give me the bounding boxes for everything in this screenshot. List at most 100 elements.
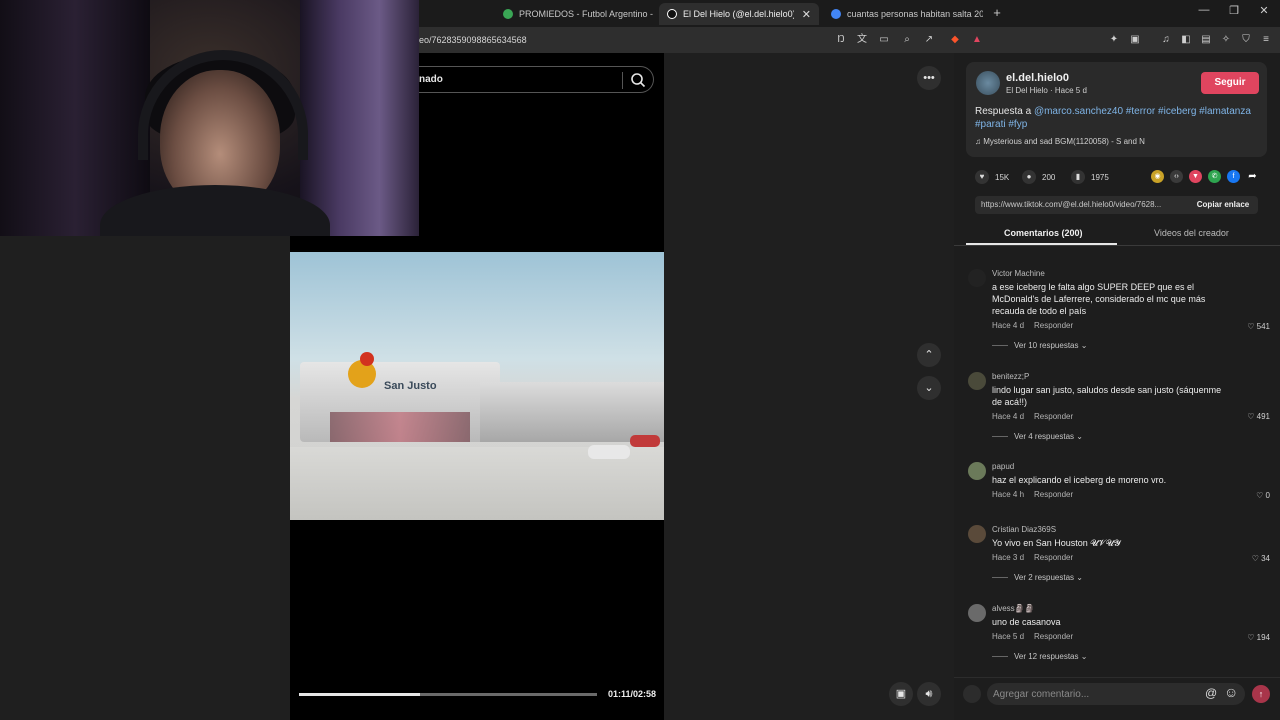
comment-text: lindo lugar san justo, saludos desde san… [992, 385, 1222, 407]
author-avatar[interactable] [976, 71, 1000, 95]
comment-likes[interactable]: ♡ 541 [1247, 322, 1270, 331]
hashtags-line-1[interactable]: #terror #iceberg #lamatanza [1123, 106, 1251, 117]
next-video-button[interactable]: ⌄ [917, 376, 941, 400]
screenshot-icon[interactable]: ▣ [1128, 33, 1142, 47]
arrow-up-icon: ↑ [1258, 689, 1264, 699]
like-count: 15K [995, 172, 1010, 182]
music-info[interactable]: ♫ Mysterious and sad BGM(1120058) - S an… [975, 137, 1145, 146]
close-tab-icon[interactable]: ✕ [802, 8, 811, 21]
url-text[interactable]: eo/7628359098865634568 [419, 35, 527, 45]
comment-avatar[interactable] [968, 604, 986, 622]
reader-view-icon[interactable]: ▭ [877, 33, 891, 47]
comment-avatar[interactable] [968, 372, 986, 390]
comment-avatar[interactable] [968, 269, 986, 287]
mall-entrance [330, 412, 470, 442]
like-stat[interactable]: ♥ 15K [975, 170, 1009, 184]
share-more-icon[interactable]: ➦ [1246, 170, 1259, 183]
zoom-icon[interactable]: ⌕ [900, 33, 914, 47]
reply-button[interactable]: Responder [1034, 490, 1073, 499]
share-send-icon[interactable]: ▼ [1189, 170, 1202, 183]
curtain-right [300, 0, 419, 236]
reply-button[interactable]: Responder [1034, 632, 1073, 641]
save-count: 1975 [1091, 172, 1109, 182]
comment-time: Hace 4 d [992, 412, 1025, 421]
video-link-field[interactable]: https://www.tiktok.com/@el.del.hielo0/vi… [975, 196, 1188, 214]
reply-button[interactable]: Responder [1034, 321, 1073, 330]
author-handle[interactable]: el.del.hielo0 [1006, 72, 1069, 84]
view-replies-button[interactable]: Ver 12 respuestas ⌄ [992, 652, 1087, 661]
view-replies-button[interactable]: Ver 10 respuestas ⌄ [992, 341, 1087, 350]
search-input[interactable]: nado [419, 74, 443, 85]
comment-text: Yo vivo en San Houston 𝓤𝓥𝓤𝓨 [992, 538, 1121, 548]
reply-button[interactable]: Responder [1034, 553, 1073, 562]
mention-link[interactable]: @marco.sanchez40 [1034, 106, 1123, 117]
view-replies-button[interactable]: Ver 2 respuestas ⌄ [992, 573, 1083, 582]
minimize-button[interactable]: — [1194, 4, 1214, 16]
video-progress-bar[interactable] [299, 693, 597, 696]
comment-user[interactable]: Cristian Diaz369S [992, 525, 1056, 534]
comment-user[interactable]: papud [992, 462, 1014, 471]
tab-comments[interactable]: Comentarios (200) [1004, 228, 1083, 238]
save-stat[interactable]: ▮ 1975 [1071, 170, 1109, 184]
comment-item: Cristian Diaz369S Yo vivo en San Houston… [968, 525, 1270, 585]
sidebar-icon[interactable]: ◧ [1179, 33, 1193, 47]
tab-tiktok[interactable]: El Del Hielo (@el.del.hielo0) | Tik ✕ [659, 3, 819, 25]
media-icon[interactable]: ♫ [1159, 33, 1173, 47]
translate-icon[interactable]: 文 [855, 33, 869, 47]
tab-label: El Del Hielo (@el.del.hielo0) | Tik [683, 9, 794, 19]
search-icon[interactable] [629, 71, 647, 89]
share-coin-icon[interactable]: ◉ [1151, 170, 1164, 183]
menu-icon[interactable]: ≡ [1259, 33, 1273, 47]
comment-user[interactable]: benitezz;P [992, 372, 1029, 381]
comment-avatar[interactable] [968, 525, 986, 543]
volume-button[interactable]: 🔊︎ [917, 682, 941, 706]
comment-stat[interactable]: ● 200 [1022, 170, 1055, 184]
embed-icon[interactable]: ‹› [1170, 170, 1183, 183]
comment-like-count: 491 [1256, 412, 1270, 421]
leo-icon[interactable]: ✧ [1219, 33, 1233, 47]
comment-user[interactable]: Victor Machine [992, 269, 1045, 278]
wallet-icon[interactable]: ▤ [1199, 33, 1213, 47]
close-window-button[interactable]: ✕ [1254, 4, 1274, 17]
tab-creator-videos[interactable]: Videos del creador [1154, 228, 1229, 238]
vpn-icon[interactable]: ⛉ [1239, 33, 1253, 47]
comment-likes[interactable]: ♡ 194 [1247, 633, 1270, 642]
follow-button[interactable]: Seguir [1201, 72, 1259, 94]
comment-likes[interactable]: ♡ 491 [1247, 412, 1270, 421]
tiktok-favicon-icon [667, 9, 677, 19]
read-mode-icon[interactable]: Ŋ [834, 33, 848, 47]
heart-icon: ♥ [975, 170, 989, 184]
share-icon[interactable]: ↗ [922, 33, 936, 47]
previous-video-button[interactable]: ⌃ [917, 343, 941, 367]
extensions-icon[interactable]: ✦ [1107, 33, 1121, 47]
heart-outline-icon: ♡ [1251, 554, 1262, 563]
comment-user[interactable]: alvess🗿🗿 [992, 604, 1035, 613]
copy-link-button[interactable]: Copiar enlace [1188, 196, 1258, 214]
red-car [630, 435, 660, 447]
more-options-button[interactable]: ••• [917, 66, 941, 90]
search-bar[interactable]: nado [419, 66, 654, 93]
comment-avatar[interactable] [968, 462, 986, 480]
comment-text: a ese iceberg le falta algo SUPER DEEP q… [992, 282, 1206, 316]
comment-likes[interactable]: ♡ 34 [1252, 554, 1270, 563]
send-comment-button[interactable]: ↑ [1252, 685, 1270, 703]
brave-shield-icon[interactable]: ◆ [948, 33, 962, 47]
brave-rewards-icon[interactable]: ▲ [970, 33, 984, 47]
facebook-icon[interactable]: f [1227, 170, 1240, 183]
tab-google-search[interactable]: cuantas personas habitan salta 2026 [823, 3, 983, 25]
new-tab-button[interactable]: + [987, 5, 1007, 20]
tab-promiedos[interactable]: PROMIEDOS - Futbol Argentino - Fix [495, 3, 655, 25]
emoji-icon[interactable]: ☺ [1224, 684, 1238, 700]
reply-button[interactable]: Responder [1034, 412, 1073, 421]
maximize-button[interactable]: ❐ [1224, 4, 1244, 17]
comment-meta: Hace 4 d Responder [992, 321, 1083, 330]
heart-outline-icon: ♡ [1247, 633, 1257, 642]
pip-button[interactable]: ▣ [889, 682, 913, 706]
whatsapp-icon[interactable]: ✆ [1208, 170, 1221, 183]
comment-likes[interactable]: ♡ 0 [1256, 491, 1270, 500]
video-timecode: 01:11/02:58 [608, 689, 657, 699]
mention-icon[interactable]: @ [1205, 686, 1217, 700]
view-replies-button[interactable]: Ver 4 respuestas ⌄ [992, 432, 1083, 441]
heart-outline-icon: ♡ [1247, 322, 1257, 331]
hashtags-line-2[interactable]: #parati #fyp [975, 119, 1027, 130]
